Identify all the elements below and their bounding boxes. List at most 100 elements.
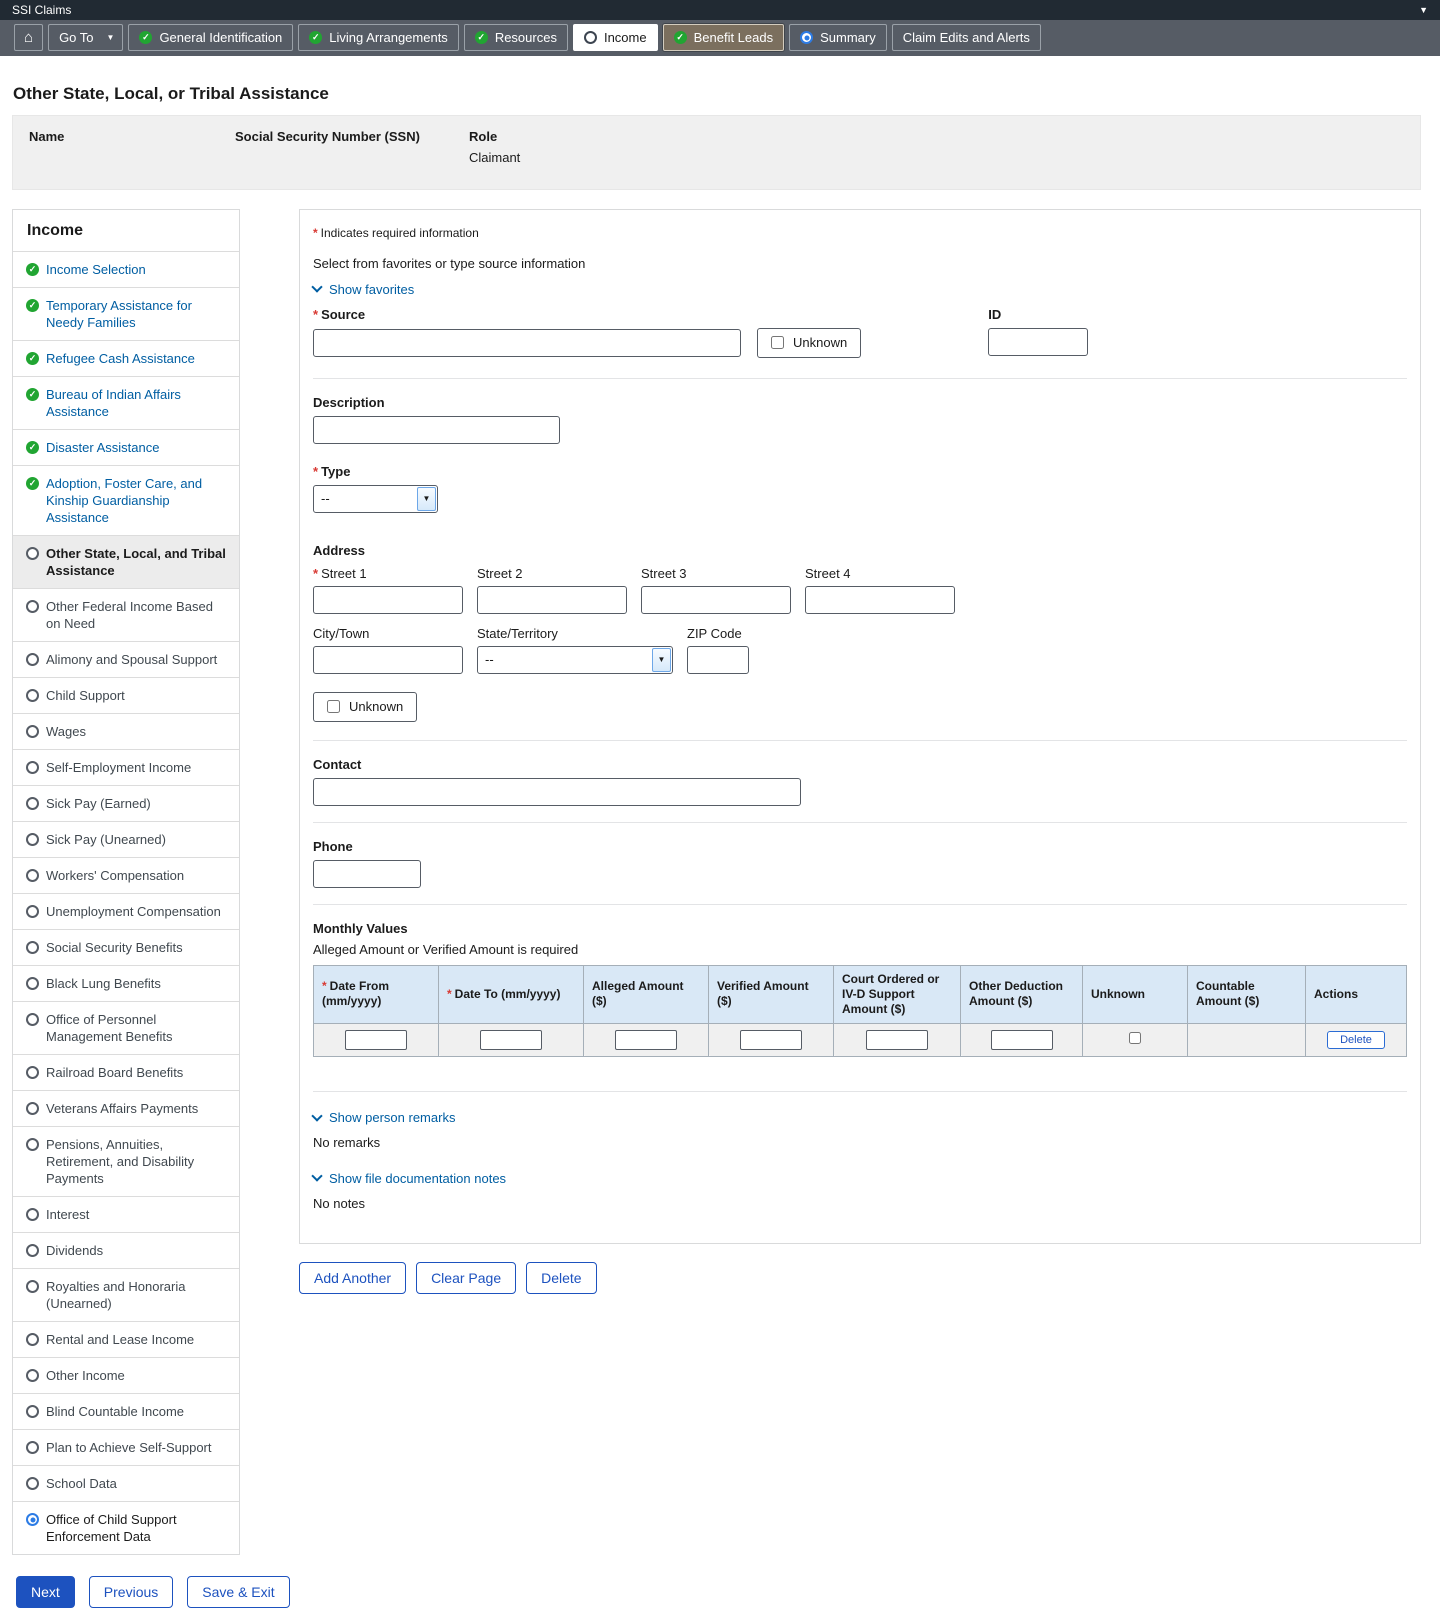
state-label: State/Territory [477, 626, 673, 641]
column-header-unknown: Unknown [1083, 965, 1188, 1023]
home-button[interactable]: ⌂ [14, 24, 43, 51]
sidebar-item-label: Refugee Cash Assistance [46, 350, 195, 367]
assistance-form: Indicates required information Select fr… [299, 209, 1421, 1244]
row-delete-button[interactable]: Delete [1327, 1031, 1385, 1049]
page: Other State, Local, or Tribal Assistance… [0, 84, 1440, 1624]
sidebar-item-label: Sick Pay (Unearned) [46, 831, 166, 848]
sidebar-item-label: Bureau of Indian Affairs Assistance [46, 386, 229, 420]
cell-countable-amount [1188, 1023, 1306, 1056]
source-label-text: Source [321, 307, 365, 322]
street2-input[interactable] [477, 586, 627, 614]
nav-tab-summary[interactable]: Summary [789, 24, 887, 51]
sidebar-item-other-income: Other Income [13, 1357, 239, 1393]
city-field: City/Town [313, 626, 463, 674]
sidebar-item-temporary-assistance-for-needy-families[interactable]: ✓Temporary Assistance for Needy Families [13, 287, 239, 340]
sidebar-item-plan-to-achieve-self-support: Plan to Achieve Self-Support [13, 1429, 239, 1465]
street3-field: Street 3 [641, 566, 791, 614]
circle-outline-icon [26, 1066, 39, 1079]
circle-outline-icon [26, 905, 39, 918]
sidebar-item-interest: Interest [13, 1196, 239, 1232]
chevron-down-icon: ▼ [652, 648, 671, 672]
sidebar-item-label: Pensions, Annuities, Retirement, and Dis… [46, 1136, 229, 1187]
nav-tab-general-identification[interactable]: ✓General Identification [128, 24, 293, 51]
street4-input[interactable] [805, 586, 955, 614]
phone-input[interactable] [313, 860, 421, 888]
sidebar-item-self-employment-income: Self-Employment Income [13, 749, 239, 785]
address-unknown-checkbox[interactable] [327, 700, 340, 713]
sidebar-item-veterans-affairs-payments: Veterans Affairs Payments [13, 1090, 239, 1126]
date-to-mm-yyyy-input[interactable] [480, 1030, 542, 1050]
main-nav: ⌂ Go To ▼ ✓General Identification✓Living… [0, 20, 1440, 56]
save-exit-button[interactable]: Save & Exit [187, 1576, 289, 1608]
source-unknown-button[interactable]: Unknown [757, 328, 861, 358]
circle-outline-icon [26, 1208, 39, 1221]
contact-label: Contact [313, 757, 1407, 772]
sidebar-item-label: Rental and Lease Income [46, 1331, 194, 1348]
ssn-label: Social Security Number (SSN) [235, 129, 469, 144]
column-header-label: Alleged Amount ($) [592, 979, 684, 1008]
clear-page-button[interactable]: Clear Page [416, 1262, 516, 1294]
show-file-notes-link[interactable]: Show file documentation notes [313, 1171, 506, 1186]
nav-tab-claim-edits-and-alerts[interactable]: Claim Edits and Alerts [892, 24, 1041, 51]
street1-input[interactable] [313, 586, 463, 614]
cell-court-ordered-or-iv-d-support-amount [834, 1023, 961, 1056]
show-person-remarks-link[interactable]: Show person remarks [313, 1110, 455, 1125]
other-deduction-amount-input[interactable] [991, 1030, 1053, 1050]
next-button[interactable]: Next [16, 1576, 75, 1608]
court-ordered-or-iv-d-support-amount-input[interactable] [866, 1030, 928, 1050]
city-label: City/Town [313, 626, 463, 641]
nav-tab-living-arrangements[interactable]: ✓Living Arrangements [298, 24, 459, 51]
zip-input[interactable] [687, 646, 749, 674]
type-select[interactable]: -- ▼ [313, 485, 438, 513]
street3-label: Street 3 [641, 566, 791, 581]
circle-outline-icon [26, 977, 39, 990]
add-another-button[interactable]: Add Another [299, 1262, 406, 1294]
nav-tab-resources[interactable]: ✓Resources [464, 24, 568, 51]
previous-button[interactable]: Previous [89, 1576, 173, 1608]
sidebar-item-label: Income Selection [46, 261, 146, 278]
delete-button[interactable]: Delete [526, 1262, 596, 1294]
source-input[interactable] [313, 329, 741, 357]
required-asterisk [447, 987, 455, 1001]
alleged-amount-input[interactable] [615, 1030, 677, 1050]
sidebar-item-child-support: Child Support [13, 677, 239, 713]
city-input[interactable] [313, 646, 463, 674]
sidebar-item-other-state-local-and-tribal-assistance[interactable]: Other State, Local, and Tribal Assistanc… [13, 535, 239, 588]
column-header-label: Countable Amount ($) [1196, 979, 1259, 1008]
show-favorites-link[interactable]: Show favorites [313, 282, 414, 297]
chevron-down-icon [311, 281, 322, 292]
sidebar-item-adoption-foster-care-and-kinship-guardianship-assistance[interactable]: ✓Adoption, Foster Care, and Kinship Guar… [13, 465, 239, 535]
goto-dropdown[interactable]: Go To ▼ [48, 24, 123, 51]
circle-outline-icon [26, 1333, 39, 1346]
description-input[interactable] [313, 416, 560, 444]
state-select[interactable]: -- ▼ [477, 646, 673, 674]
street1-field: Street 1 [313, 566, 463, 614]
sidebar-item-income-selection[interactable]: ✓Income Selection [13, 251, 239, 287]
chevron-down-icon[interactable]: ▼ [1419, 5, 1428, 15]
role-label: Role [469, 129, 520, 144]
sidebar-item-refugee-cash-assistance[interactable]: ✓Refugee Cash Assistance [13, 340, 239, 376]
sidebar-item-label: Disaster Assistance [46, 439, 159, 456]
sidebar-item-disaster-assistance[interactable]: ✓Disaster Assistance [13, 429, 239, 465]
sidebar-item-bureau-of-indian-affairs-assistance[interactable]: ✓Bureau of Indian Affairs Assistance [13, 376, 239, 429]
sidebar-item-label: Sick Pay (Earned) [46, 795, 151, 812]
id-input[interactable] [988, 328, 1088, 356]
monthly-values-table: Date From (mm/yyyy)Date To (mm/yyyy)Alle… [313, 965, 1407, 1057]
radio-selected-icon [800, 31, 813, 44]
cell-date-to-mm-yyyy [439, 1023, 584, 1056]
nav-tab-benefit-leads[interactable]: ✓Benefit Leads [663, 24, 785, 51]
show-file-notes-label: Show file documentation notes [329, 1171, 506, 1186]
verified-amount-input[interactable] [740, 1030, 802, 1050]
source-unknown-checkbox[interactable] [771, 336, 784, 349]
nav-tab-income[interactable]: Income [573, 24, 658, 51]
date-from-mm-yyyy-input[interactable] [345, 1030, 407, 1050]
column-header-alleged-amount: Alleged Amount ($) [584, 965, 709, 1023]
id-label: ID [988, 307, 1088, 322]
column-header-label: Verified Amount ($) [717, 979, 809, 1008]
column-header-label: Date From (mm/yyyy) [322, 979, 389, 1008]
row-unknown-checkbox[interactable] [1129, 1032, 1141, 1044]
address-unknown-button[interactable]: Unknown [313, 692, 417, 722]
street3-input[interactable] [641, 586, 791, 614]
contact-input[interactable] [313, 778, 801, 806]
role-value: Claimant [469, 150, 520, 165]
